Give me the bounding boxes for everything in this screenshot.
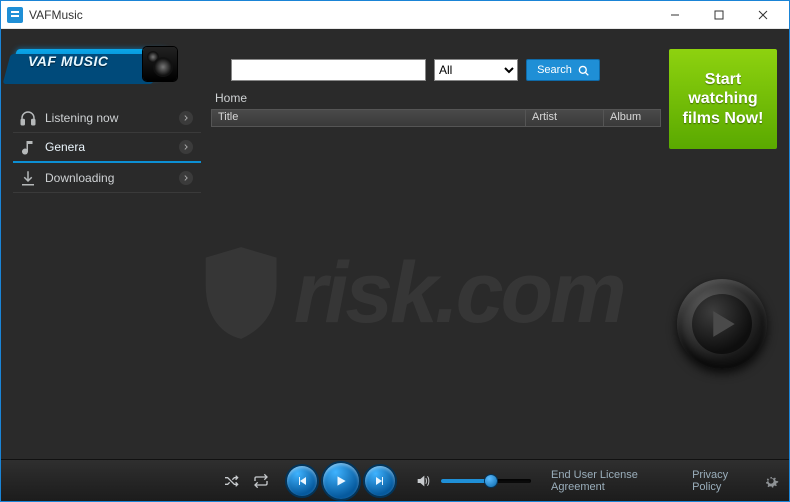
chevron-right-icon — [179, 111, 193, 125]
chevron-right-icon — [179, 140, 193, 154]
sidebar-item-genera[interactable]: Genera — [13, 133, 201, 163]
repeat-icon — [253, 473, 269, 489]
volume-thumb[interactable] — [485, 475, 497, 487]
search-row: All Search — [231, 59, 600, 81]
shuffle-icon — [223, 473, 239, 489]
chevron-right-icon — [179, 171, 193, 185]
column-title[interactable]: Title — [212, 110, 526, 126]
sidebar-item-label: Downloading — [45, 171, 179, 185]
search-button-label: Search — [537, 64, 572, 76]
search-input[interactable] — [231, 59, 426, 81]
sidebar-nav: Listening now Genera Downloading — [13, 103, 201, 193]
promo-text: Start watching films Now! — [675, 70, 771, 128]
bottom-bar: End User License Agreement Privacy Polic… — [1, 459, 789, 501]
previous-button[interactable] — [287, 466, 317, 496]
gear-icon — [763, 473, 779, 489]
settings-button[interactable] — [763, 472, 779, 490]
play-icon — [334, 473, 348, 489]
search-filter-select[interactable]: All — [434, 59, 518, 81]
playback-controls — [221, 463, 531, 499]
volume-slider[interactable] — [441, 479, 531, 483]
app-icon — [7, 7, 23, 23]
shuffle-button[interactable] — [221, 471, 241, 491]
close-button[interactable] — [741, 2, 785, 28]
search-button[interactable]: Search — [526, 59, 600, 81]
skip-forward-icon — [374, 475, 386, 487]
speaker-icon — [143, 47, 177, 81]
app-logo: VAF MUSIC — [13, 41, 183, 89]
minimize-button[interactable] — [653, 2, 697, 28]
sidebar-item-label: Genera — [45, 140, 179, 154]
top-strip: VAF MUSIC All Search Start watching film… — [1, 29, 789, 169]
eula-link[interactable]: End User License Agreement — [551, 469, 678, 493]
volume-button[interactable] — [413, 471, 433, 491]
window-title: VAFMusic — [29, 8, 83, 22]
transport-controls — [287, 463, 395, 499]
titlebar: VAFMusic — [1, 1, 789, 29]
download-icon — [19, 169, 37, 187]
search-icon — [578, 65, 589, 76]
content-area: Home Title Artist Album — [211, 89, 661, 127]
column-artist[interactable]: Artist — [526, 110, 604, 126]
privacy-link[interactable]: Privacy Policy — [692, 469, 753, 493]
column-album[interactable]: Album — [604, 110, 660, 126]
logo-text: VAF MUSIC — [28, 53, 108, 69]
next-button[interactable] — [365, 466, 395, 496]
repeat-button[interactable] — [251, 471, 271, 491]
sidebar-item-label: Listening now — [45, 111, 179, 125]
maximize-button[interactable] — [697, 2, 741, 28]
app-window: VAFMusic VAF MUSIC All Search — [0, 0, 790, 502]
table-header: Title Artist Album — [211, 109, 661, 127]
volume-icon — [415, 473, 431, 489]
volume-control — [413, 471, 531, 491]
play-button[interactable] — [323, 463, 359, 499]
sidebar-item-listening-now[interactable]: Listening now — [13, 103, 201, 133]
sidebar-item-downloading[interactable]: Downloading — [13, 163, 201, 193]
headphones-icon — [19, 109, 37, 127]
skip-back-icon — [296, 475, 308, 487]
big-play-button[interactable] — [677, 279, 767, 369]
app-body: VAF MUSIC All Search Start watching film… — [1, 29, 789, 501]
breadcrumb: Home — [211, 89, 661, 109]
music-note-icon — [19, 138, 37, 156]
footer-links: End User License Agreement Privacy Polic… — [551, 469, 753, 493]
promo-banner[interactable]: Start watching films Now! — [669, 49, 777, 149]
